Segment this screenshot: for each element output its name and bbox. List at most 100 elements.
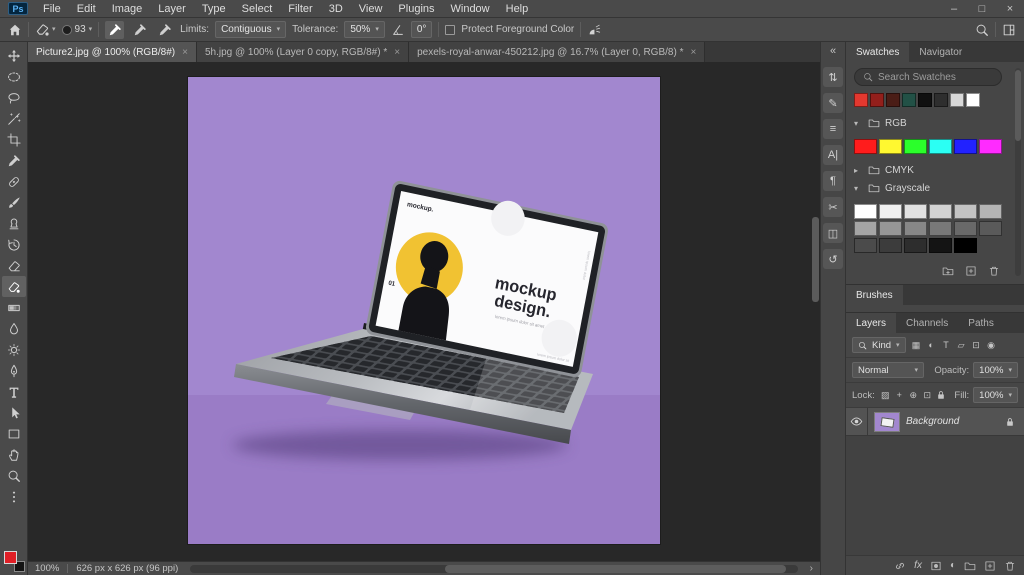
- color-swatch[interactable]: [979, 139, 1002, 154]
- horizontal-scrollbar[interactable]: [190, 564, 798, 573]
- layer-effects-icon[interactable]: fx: [914, 560, 922, 571]
- swatch-group-rgb[interactable]: ▾ RGB: [854, 114, 1016, 132]
- brush-size-picker[interactable]: 93 ▾: [61, 24, 92, 35]
- home-icon[interactable]: [8, 23, 22, 37]
- background-eraser-tool[interactable]: [1, 276, 26, 297]
- airbrush-icon[interactable]: [587, 23, 601, 37]
- protect-foreground-checkbox[interactable]: [445, 24, 456, 35]
- color-swatch[interactable]: [929, 139, 952, 154]
- color-swatch[interactable]: [979, 221, 1002, 236]
- eyedropper-tool[interactable]: [2, 150, 26, 171]
- color-swatch[interactable]: [918, 93, 932, 107]
- visibility-eye-icon[interactable]: [846, 408, 868, 435]
- color-swatch[interactable]: [870, 93, 884, 107]
- menu-item-file[interactable]: File: [35, 0, 69, 17]
- color-swatch[interactable]: [886, 93, 900, 107]
- vertical-scrollbar-thumb[interactable]: [812, 217, 819, 302]
- filter-smart-objects-icon[interactable]: ⊡: [970, 338, 983, 352]
- photoshop-logo[interactable]: Ps: [8, 2, 28, 15]
- history-panel-icon[interactable]: ↺: [823, 249, 843, 269]
- collapse-panels-icon[interactable]: «: [830, 45, 836, 61]
- blur-tool[interactable]: [2, 318, 26, 339]
- tab-close-icon[interactable]: ×: [182, 47, 188, 58]
- menu-item-3d[interactable]: 3D: [321, 0, 351, 17]
- horizontal-scrollbar-thumb[interactable]: [445, 564, 786, 573]
- color-swatch[interactable]: [854, 204, 877, 219]
- color-swatch[interactable]: [954, 238, 977, 253]
- dodge-tool[interactable]: [2, 339, 26, 360]
- color-swatch[interactable]: [879, 204, 902, 219]
- status-chevron-icon[interactable]: ›: [810, 563, 813, 574]
- filter-toggle-icon[interactable]: ◉: [985, 338, 998, 352]
- color-swatch[interactable]: [934, 93, 948, 107]
- color-swatch[interactable]: [950, 93, 964, 107]
- color-swatch[interactable]: [902, 93, 916, 107]
- tab-close-icon[interactable]: ×: [690, 47, 696, 58]
- menu-item-filter[interactable]: Filter: [280, 0, 320, 17]
- color-swatch[interactable]: [929, 221, 952, 236]
- rectangle-tool[interactable]: [2, 423, 26, 444]
- blend-mode-dropdown[interactable]: Normal ▾: [852, 362, 924, 378]
- color-swatch[interactable]: [904, 204, 927, 219]
- tab-navigator[interactable]: Navigator: [909, 42, 972, 62]
- paragraph-panel-icon[interactable]: ¶: [823, 171, 843, 191]
- kind-dropdown[interactable]: Kind ▾: [852, 337, 906, 353]
- marquee-tool[interactable]: [2, 66, 26, 87]
- color-swatch[interactable]: [854, 221, 877, 236]
- document-tab-1[interactable]: Picture2.jpg @ 100% (RGB/8#) ×: [28, 42, 197, 62]
- sampling-continuous-icon[interactable]: [105, 20, 125, 39]
- canvas-area[interactable]: mockup. 01 mockup design. lorem ipsum do…: [28, 62, 820, 561]
- quick-selection-tool[interactable]: [2, 108, 26, 129]
- color-swatch[interactable]: [879, 139, 902, 154]
- limits-dropdown[interactable]: Contiguous ▾: [215, 21, 287, 38]
- menu-item-view[interactable]: View: [351, 0, 391, 17]
- document-tab-3[interactable]: pexels-royal-anwar-450212.jpg @ 16.7% (L…: [409, 42, 706, 62]
- tab-channels[interactable]: Channels: [896, 313, 958, 333]
- layer-lock-icon[interactable]: [1005, 417, 1015, 427]
- pen-panel-icon[interactable]: ✎: [823, 93, 843, 113]
- new-group-icon[interactable]: [964, 560, 976, 572]
- swatches-scrollbar[interactable]: [1015, 68, 1021, 276]
- menu-item-help[interactable]: Help: [498, 0, 537, 17]
- menu-item-window[interactable]: Window: [443, 0, 498, 17]
- lock-position-icon[interactable]: ⊕: [907, 388, 920, 402]
- color-swatch[interactable]: [954, 139, 977, 154]
- color-swatch[interactable]: [904, 238, 927, 253]
- color-swatch[interactable]: [929, 238, 952, 253]
- delete-layer-icon[interactable]: [1004, 560, 1016, 572]
- adjustment-layer-icon[interactable]: ◐: [950, 560, 956, 571]
- layer-row-background[interactable]: Background: [846, 408, 1024, 436]
- menu-item-type[interactable]: Type: [194, 0, 234, 17]
- swatch-group-cmyk[interactable]: ▸ CMYK: [854, 161, 1016, 179]
- add-layer-mask-icon[interactable]: [930, 560, 942, 572]
- color-swatch[interactable]: [966, 93, 980, 107]
- color-swatch[interactable]: [954, 221, 977, 236]
- healing-brush-tool[interactable]: [2, 171, 26, 192]
- crop-tool[interactable]: [2, 129, 26, 150]
- tab-close-icon[interactable]: ×: [394, 47, 400, 58]
- filter-shape-layers-icon[interactable]: ▱: [955, 338, 968, 352]
- sampling-once-icon[interactable]: [130, 21, 149, 39]
- foreground-color-swatch[interactable]: [4, 551, 17, 564]
- color-swatch[interactable]: [979, 204, 1002, 219]
- move-tool[interactable]: [2, 45, 26, 66]
- search-icon[interactable]: [975, 23, 989, 37]
- hand-tool[interactable]: [2, 444, 26, 465]
- filter-adjustment-layers-icon[interactable]: ◐: [925, 338, 938, 352]
- lock-transparency-icon[interactable]: ▨: [879, 388, 892, 402]
- search-swatches-input[interactable]: Search Swatches: [854, 68, 1002, 86]
- history-brush-tool[interactable]: [2, 234, 26, 255]
- menu-item-plugins[interactable]: Plugins: [390, 0, 442, 17]
- zoom-tool[interactable]: [2, 465, 26, 486]
- lock-all-icon[interactable]: [935, 388, 948, 402]
- filter-type-layers-icon[interactable]: T: [940, 338, 953, 352]
- opacity-dropdown[interactable]: 100% ▾: [973, 362, 1018, 378]
- cube-panel-icon[interactable]: ◫: [823, 223, 843, 243]
- path-selection-tool[interactable]: [2, 402, 26, 423]
- menu-item-image[interactable]: Image: [104, 0, 151, 17]
- delete-swatch-icon[interactable]: [988, 265, 1000, 277]
- new-swatch-icon[interactable]: [965, 265, 977, 277]
- color-swatch[interactable]: [954, 204, 977, 219]
- close-button[interactable]: ×: [996, 0, 1024, 17]
- edit-toolbar-tool[interactable]: [2, 486, 26, 507]
